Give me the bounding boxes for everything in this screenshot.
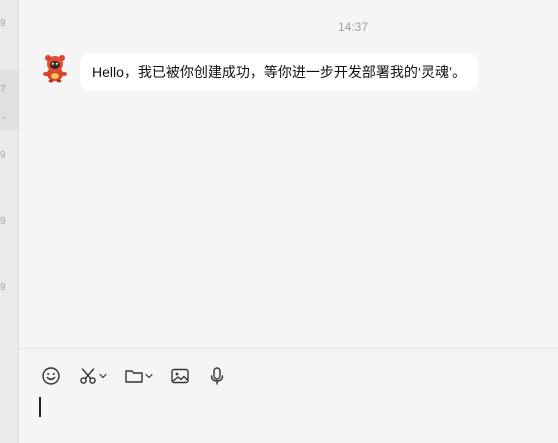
message-composer bbox=[19, 348, 558, 443]
message-row: Hello，我已被你创建成功，等你进一步开发部署我的‘灵魂’。 bbox=[39, 52, 479, 91]
message-bubble[interactable]: Hello，我已被你创建成功，等你进一步开发部署我的‘灵魂’。 bbox=[80, 53, 479, 91]
message-timestamp: 14:37 bbox=[337, 20, 369, 34]
composer-toolbar bbox=[41, 364, 244, 388]
conversation-list-edge: 9 7 9 9 9 bbox=[0, 0, 19, 443]
red-mascot-avatar[interactable] bbox=[39, 52, 71, 84]
image-icon bbox=[171, 368, 189, 384]
emoji-icon bbox=[42, 367, 60, 385]
chevron-down-icon[interactable] bbox=[145, 372, 153, 380]
send-image-button[interactable] bbox=[170, 364, 190, 388]
conversation-list-fragment-dash bbox=[2, 117, 6, 118]
message-list[interactable]: 14:37 Hello，我已被你创建成功，等你进一步开发部署我的‘灵魂’。 bbox=[19, 0, 558, 348]
send-file-button[interactable] bbox=[124, 364, 153, 388]
conversation-list-fragment: 9 bbox=[0, 216, 6, 227]
selected-conversation-highlight[interactable] bbox=[0, 70, 18, 130]
screenshot-button[interactable] bbox=[78, 364, 107, 388]
chat-window: 9 7 9 9 9 14:37 Hello，我已被你创建成功，等你进一步开发部署… bbox=[0, 0, 558, 443]
conversation-list-fragment: 9 bbox=[0, 282, 6, 293]
voice-button[interactable] bbox=[207, 364, 227, 388]
message-input[interactable] bbox=[39, 395, 539, 439]
folder-icon bbox=[125, 370, 143, 383]
conversation-list-fragment: 9 bbox=[0, 18, 6, 29]
conversation-list-fragment: 9 bbox=[0, 150, 6, 161]
conversation-list-fragment: 7 bbox=[0, 84, 6, 95]
scissors-icon bbox=[80, 368, 96, 384]
emoji-button[interactable] bbox=[41, 364, 61, 388]
text-cursor bbox=[39, 397, 41, 417]
microphone-icon bbox=[210, 367, 224, 385]
chevron-down-icon[interactable] bbox=[99, 372, 107, 380]
